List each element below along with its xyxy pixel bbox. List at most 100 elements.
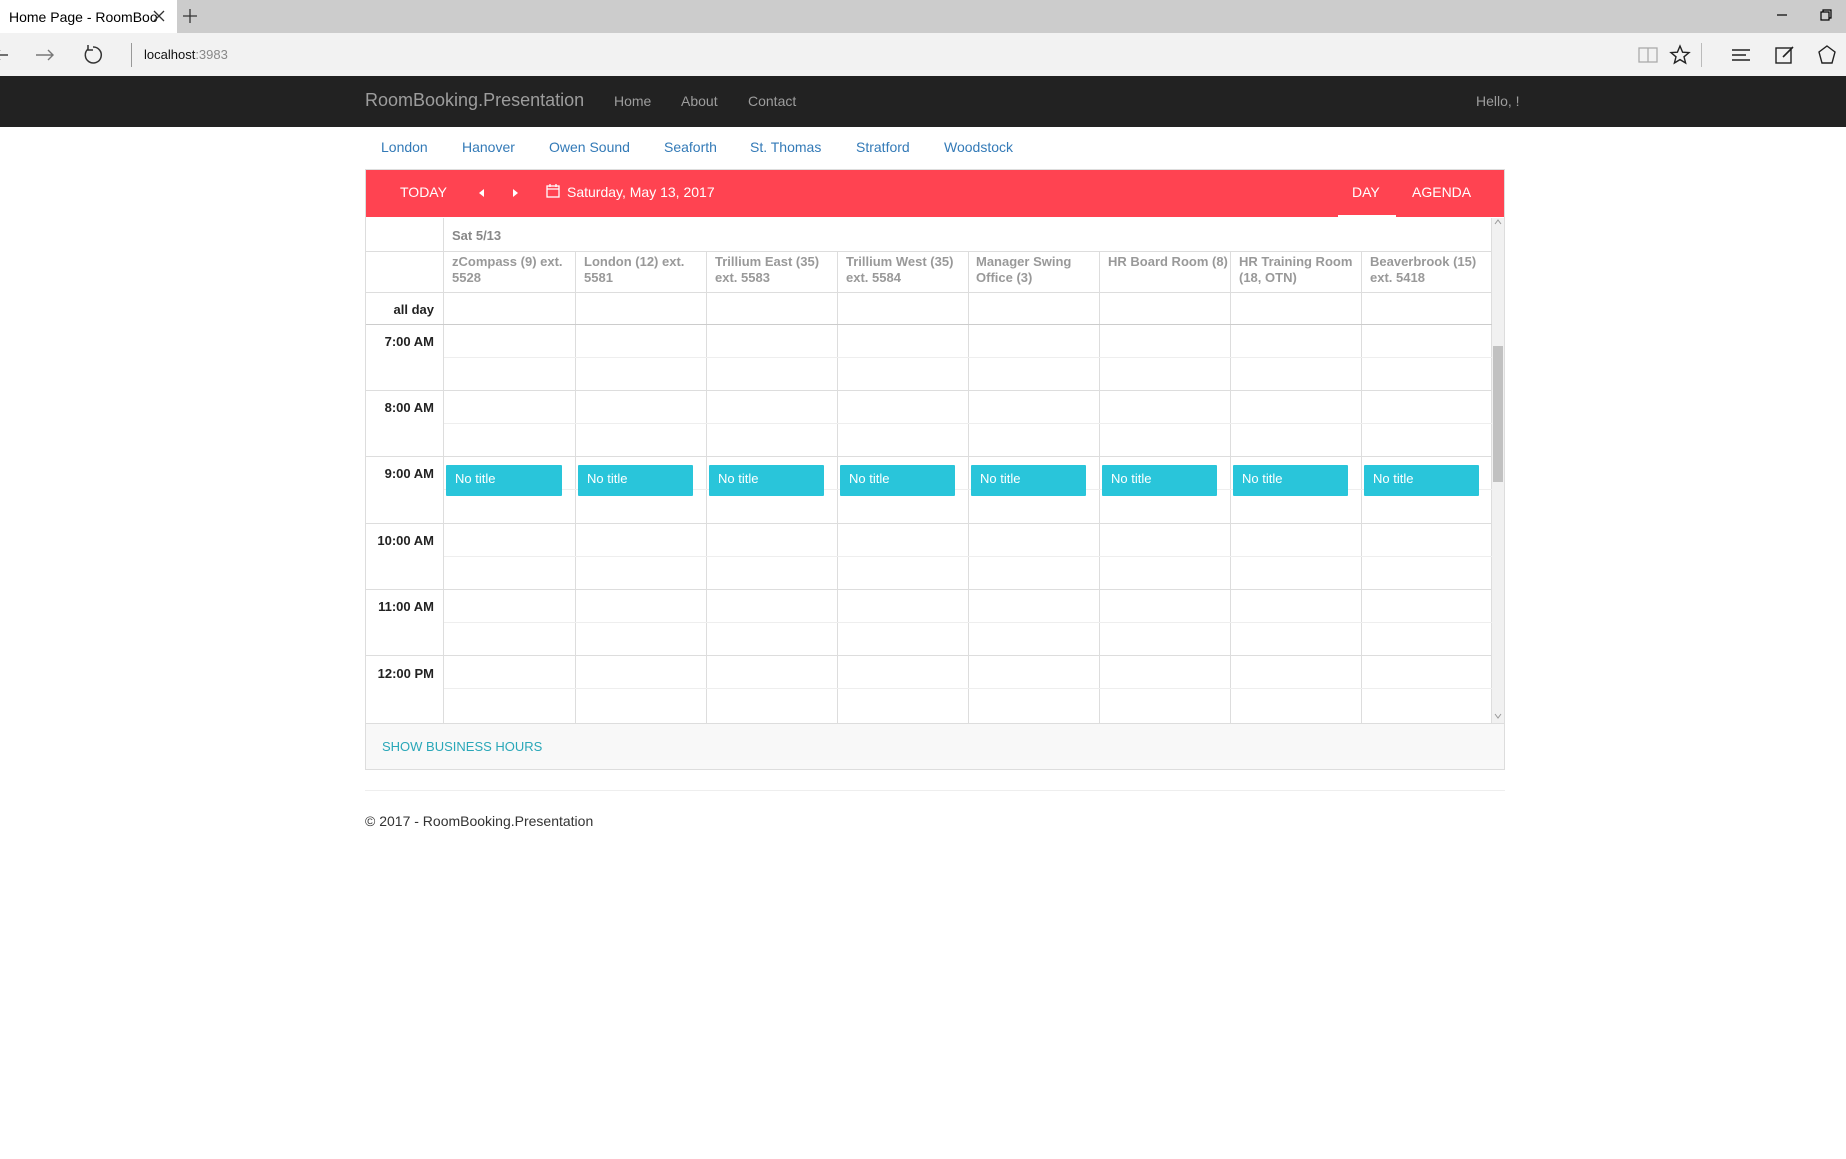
view-day-button[interactable]: DAY [1338,170,1396,217]
time-label: 11:00 AM [378,599,434,614]
favorite-star-icon[interactable] [1668,43,1692,67]
scheduler-grid: Sat 5/13 zCompass (9) ext. 5528 London (… [366,218,1492,723]
resource-header: HR Training Room (18, OTN) [1239,254,1353,285]
grid-line [706,251,707,723]
event-block[interactable]: No title [840,465,955,496]
grid-line [575,251,576,723]
event-block[interactable]: No title [1364,465,1479,496]
event-title: No title [455,471,496,486]
refresh-icon[interactable] [81,43,105,67]
web-note-icon[interactable] [1773,43,1797,67]
grid-line [1230,251,1231,723]
scheduler-toolbar: TODAY Saturday, May 13, 2017 DAY AGENDA [366,170,1504,217]
scroll-down-icon[interactable] [1494,712,1502,720]
resource-header: Trillium West (35) ext. 5584 [846,254,954,285]
grid-line [366,456,1492,457]
grid-line [968,251,969,723]
event-title: No title [1373,471,1414,486]
url-port: :3983 [195,47,228,62]
event-block[interactable]: No title [709,465,824,496]
location-link-woodstock[interactable]: Woodstock [944,139,1013,155]
event-title: No title [718,471,759,486]
scheduler-footer: SHOW BUSINESS HOURS [366,723,1504,769]
scheduler: TODAY Saturday, May 13, 2017 DAY AGENDA [365,169,1505,770]
all-day-label: all day [393,302,434,317]
reading-view-icon[interactable] [1636,43,1660,67]
view-agenda-button[interactable]: AGENDA [1412,184,1471,200]
scrollbar-thumb[interactable] [1493,346,1503,482]
share-icon[interactable] [1815,43,1839,67]
today-button[interactable]: TODAY [400,184,447,200]
close-icon[interactable] [152,9,166,23]
event-block[interactable]: No title [1102,465,1217,496]
plus-icon[interactable] [182,8,198,24]
back-icon[interactable] [0,43,18,67]
grid-line [444,423,1492,424]
grid-line [1361,251,1362,723]
event-title: No title [849,471,890,486]
user-greeting[interactable]: Hello, ! [1476,93,1520,109]
event-block[interactable]: No title [1233,465,1348,496]
grid-line [366,251,1492,252]
grid-line [444,688,1492,689]
show-business-hours-button[interactable]: SHOW BUSINESS HOURS [382,739,542,754]
nav-about[interactable]: About [681,93,718,109]
next-arrow-icon[interactable] [509,187,521,199]
grid-line [443,218,444,723]
event-title: No title [1111,471,1152,486]
time-label: 8:00 AM [384,400,434,415]
event-title: No title [587,471,628,486]
event-block[interactable]: No title [971,465,1086,496]
browser-tab[interactable]: Home Page - RoomBoo [0,0,177,33]
toolbar-separator [1701,43,1702,67]
resource-header: zCompass (9) ext. 5528 [452,254,563,285]
minimize-icon[interactable] [1774,7,1790,23]
resource-header: HR Board Room (8) [1108,254,1228,269]
url-host: localhost [144,47,196,62]
grid-line [837,251,838,723]
grid-line [1099,251,1100,723]
restore-icon[interactable] [1818,7,1834,23]
location-link-seaforth[interactable]: Seaforth [664,139,717,155]
prev-arrow-icon[interactable] [476,187,488,199]
browser-toolbar: localhost:3983 [0,33,1846,76]
time-label: 7:00 AM [384,334,434,349]
view-day-label: DAY [1352,184,1380,200]
location-link-london[interactable]: London [381,139,428,155]
scheduler-scrollbar[interactable] [1492,218,1504,723]
browser-tab-title: Home Page - RoomBoo [9,9,158,25]
forward-icon[interactable] [33,43,57,67]
event-block[interactable]: No title [578,465,693,496]
location-link-stratford[interactable]: Stratford [856,139,910,155]
nav-home[interactable]: Home [614,93,651,109]
current-date-label[interactable]: Saturday, May 13, 2017 [567,184,715,200]
grid-line [366,324,1492,325]
address-bar[interactable]: localhost:3983 [144,47,228,62]
hub-icon[interactable] [1729,43,1753,67]
resource-header: Trillium East (35) ext. 5583 [715,254,820,285]
brand-link[interactable]: RoomBooking.Presentation [365,90,584,111]
resource-header: Manager Swing Office (3) [976,254,1072,285]
grid-line [444,556,1492,557]
grid-line [444,622,1492,623]
calendar-icon[interactable] [545,183,561,199]
grid-line [366,390,1492,391]
location-link-hanover[interactable]: Hanover [462,139,515,155]
event-title: No title [980,471,1021,486]
time-label: 9:00 AM [384,466,434,481]
resource-header: Beaverbrook (15) ext. 5418 [1370,254,1477,285]
address-separator [131,43,132,67]
event-title: No title [1242,471,1283,486]
scroll-up-icon[interactable] [1494,218,1502,226]
location-link-st-thomas[interactable]: St. Thomas [750,139,821,155]
location-link-owen-sound[interactable]: Owen Sound [549,139,630,155]
browser-tab-bar: Home Page - RoomBoo [0,0,1846,33]
grid-line [444,357,1492,358]
date-column-header: Sat 5/13 [452,228,502,243]
nav-contact[interactable]: Contact [748,93,796,109]
time-label: 10:00 AM [377,533,434,548]
grid-line [366,523,1492,524]
footer-copyright: © 2017 - RoomBooking.Presentation [365,813,594,829]
event-block[interactable]: No title [446,465,562,496]
resource-header: London (12) ext. 5581 [584,254,685,285]
